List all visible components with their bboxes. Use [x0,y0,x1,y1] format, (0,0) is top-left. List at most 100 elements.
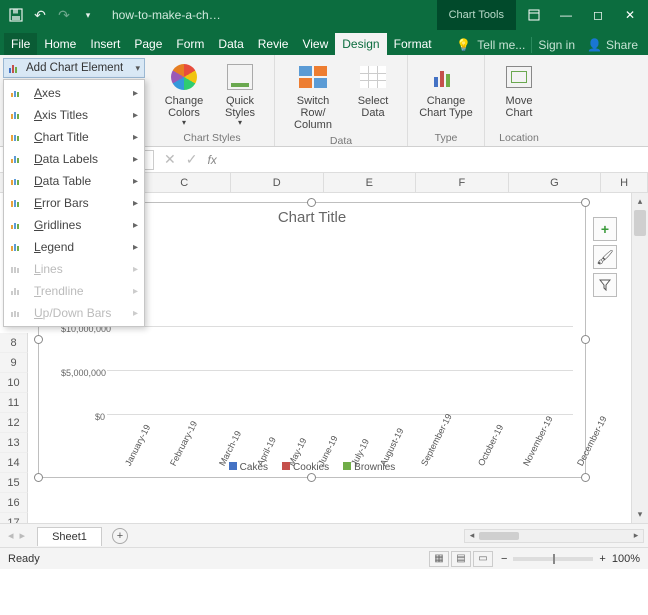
quick-styles-button[interactable]: Quick Styles▾ [214,59,266,130]
legend-item[interactable]: Cookies [282,462,329,473]
qat-customize-icon[interactable]: ▾ [80,7,96,23]
tab-page[interactable]: Page [127,33,169,55]
resize-handle[interactable] [581,335,590,344]
row-header[interactable]: 15 [0,473,28,493]
row-header[interactable]: 12 [0,413,28,433]
close-icon[interactable]: ✕ [616,5,644,25]
chart-elements-button[interactable]: + [593,217,617,241]
column-header[interactable]: D [231,173,324,192]
save-icon[interactable] [8,7,24,23]
undo-icon[interactable]: ↶ [32,7,48,23]
menu-item-icon [10,218,26,232]
menu-item-axes[interactable]: Axes▸ [4,82,144,104]
scroll-thumb[interactable] [634,210,646,236]
redo-icon[interactable]: ↷ [56,7,72,23]
tab-data[interactable]: Data [211,33,250,55]
tab-insert[interactable]: Insert [83,33,127,55]
switch-row-column-button[interactable]: Switch Row/ Column [283,59,343,133]
horizontal-scrollbar[interactable]: ◂▸ [464,529,644,543]
column-header[interactable]: H [601,173,648,192]
x-axis-label: September-19 [419,412,454,467]
menu-item-data-labels[interactable]: Data Labels▸ [4,148,144,170]
enter-formula-icon[interactable]: ✓ [186,151,198,168]
tell-me-icon[interactable]: 💡 [456,38,471,52]
add-chart-element-button[interactable]: Add Chart Element ▾ [3,58,145,78]
scroll-up-icon[interactable]: ▴ [632,193,648,210]
tab-review[interactable]: Revie [251,33,296,55]
row-header[interactable]: 9 [0,353,28,373]
menu-item-icon [10,306,26,320]
resize-handle[interactable] [34,473,43,482]
submenu-arrow-icon: ▸ [133,198,138,209]
move-chart-button[interactable]: Move Chart [493,59,545,121]
ribbon-options-icon[interactable] [520,5,548,25]
tab-file[interactable]: File [4,33,37,55]
resize-handle[interactable] [307,198,316,207]
zoom-in-icon[interactable]: + [599,553,605,565]
maximize-icon[interactable]: ◻ [584,5,612,25]
fx-icon[interactable]: fx [207,153,216,167]
sheet-nav[interactable]: ◂▸ [0,529,33,542]
switch-icon [299,66,327,88]
sheet-tab[interactable]: Sheet1 [37,527,102,546]
cancel-formula-icon[interactable]: ✕ [164,151,176,168]
sheet-tab-bar: ◂▸ Sheet1 + ◂▸ [0,523,648,547]
legend-item[interactable]: Brownies [343,462,395,473]
menu-item-data-table[interactable]: Data Table▸ [4,170,144,192]
vertical-scrollbar[interactable]: ▴ ▾ [631,193,648,523]
row-header[interactable]: 10 [0,373,28,393]
styles-icon [227,64,253,90]
resize-handle[interactable] [581,198,590,207]
menu-item-error-bars[interactable]: Error Bars▸ [4,192,144,214]
row-header[interactable]: 14 [0,453,28,473]
scroll-down-icon[interactable]: ▾ [632,506,648,523]
submenu-arrow-icon: ▸ [133,132,138,143]
tab-format[interactable]: Format [387,33,439,55]
select-data-button[interactable]: Select Data [347,59,399,133]
legend-swatch [282,462,290,470]
column-header[interactable]: C [138,173,231,192]
submenu-arrow-icon: ▸ [133,286,138,297]
submenu-arrow-icon: ▸ [133,264,138,275]
zoom-level[interactable]: 100% [612,553,640,565]
zoom-out-icon[interactable]: − [501,553,507,565]
menu-item-chart-title[interactable]: Chart Title▸ [4,126,144,148]
row-header[interactable]: 17 [0,513,28,523]
minimize-icon[interactable]: — [552,5,580,25]
column-header[interactable]: G [509,173,602,192]
row-header[interactable]: 16 [0,493,28,513]
zoom-slider[interactable] [513,557,593,561]
resize-handle[interactable] [34,335,43,344]
tab-view[interactable]: View [295,33,335,55]
menu-item-axis-titles[interactable]: Axis Titles▸ [4,104,144,126]
legend-item[interactable]: Cakes [229,462,268,473]
submenu-arrow-icon: ▸ [133,88,138,99]
resize-handle[interactable] [307,473,316,482]
menu-item-gridlines[interactable]: Gridlines▸ [4,214,144,236]
tell-me[interactable]: Tell me... [477,38,525,52]
select-data-icon [360,66,386,88]
tab-design[interactable]: Design [335,33,386,55]
column-header[interactable]: F [416,173,509,192]
formula-input[interactable] [223,150,648,170]
chart-legend[interactable]: Cakes Cookies Brownies [39,462,585,473]
normal-view-icon[interactable]: ▦ [429,551,449,567]
row-header[interactable]: 11 [0,393,28,413]
resize-handle[interactable] [581,473,590,482]
page-break-view-icon[interactable]: ▭ [473,551,493,567]
tab-form[interactable]: Form [169,33,211,55]
page-layout-view-icon[interactable]: ▤ [451,551,471,567]
chart-filters-button[interactable] [593,273,617,297]
menu-item-legend[interactable]: Legend▸ [4,236,144,258]
row-headers: 891011121314151617 [0,333,28,523]
row-header[interactable]: 8 [0,333,28,353]
sign-in[interactable]: Sign in [538,38,575,52]
tab-home[interactable]: Home [37,33,83,55]
share-button[interactable]: 👤 Share [581,35,644,55]
column-header[interactable]: E [324,173,417,192]
row-header[interactable]: 13 [0,433,28,453]
change-colors-button[interactable]: Change Colors▾ [158,59,210,130]
chart-styles-button[interactable]: 🖌 [593,245,617,269]
change-chart-type-button[interactable]: Change Chart Type [416,59,476,121]
new-sheet-button[interactable]: + [112,528,128,544]
